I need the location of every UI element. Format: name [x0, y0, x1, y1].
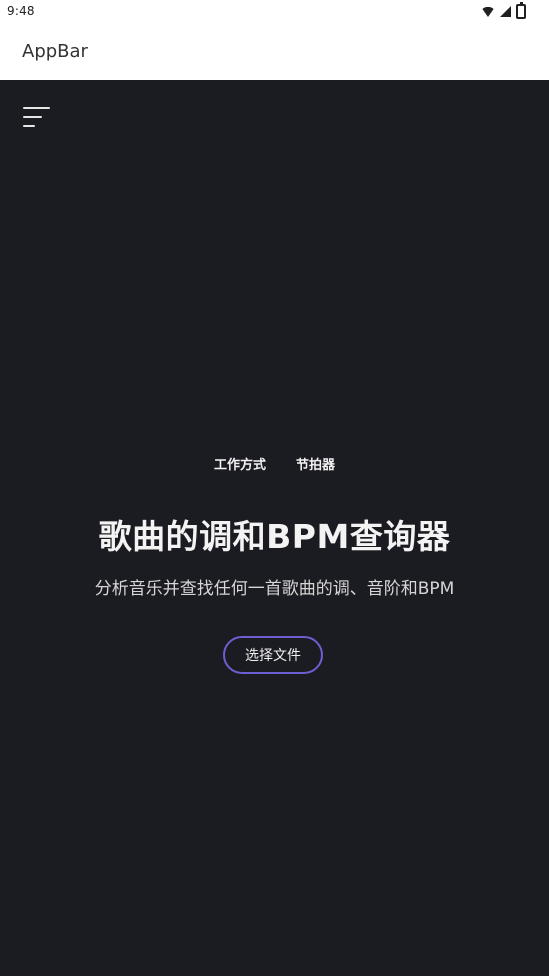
wifi-icon: [481, 6, 495, 17]
signal-icon: [500, 6, 511, 17]
main-content: 工作方式 节拍器 歌曲的调和BPM查询器 分析音乐并查找任何一首歌曲的调、音阶和…: [0, 80, 549, 976]
menu-line: [23, 125, 35, 127]
nav-item-how-it-works[interactable]: 工作方式: [214, 454, 266, 473]
status-time: 9:48: [7, 4, 35, 18]
top-nav: 工作方式 节拍器: [0, 454, 549, 473]
page-subtitle: 分析音乐并查找任何一首歌曲的调、音阶和BPM: [94, 579, 455, 599]
status-bar: 9:48: [0, 0, 549, 24]
nav-item-metronome[interactable]: 节拍器: [296, 454, 335, 473]
page-title: 歌曲的调和BPM查询器: [98, 517, 451, 556]
menu-line: [23, 116, 42, 118]
status-icons: [481, 2, 526, 19]
menu-line: [23, 107, 50, 109]
app-bar: AppBar: [0, 24, 549, 80]
app-bar-title: AppBar: [22, 41, 88, 62]
battery-icon: [516, 2, 526, 19]
select-file-button[interactable]: 选择文件: [223, 636, 323, 674]
menu-icon[interactable]: [23, 107, 51, 129]
